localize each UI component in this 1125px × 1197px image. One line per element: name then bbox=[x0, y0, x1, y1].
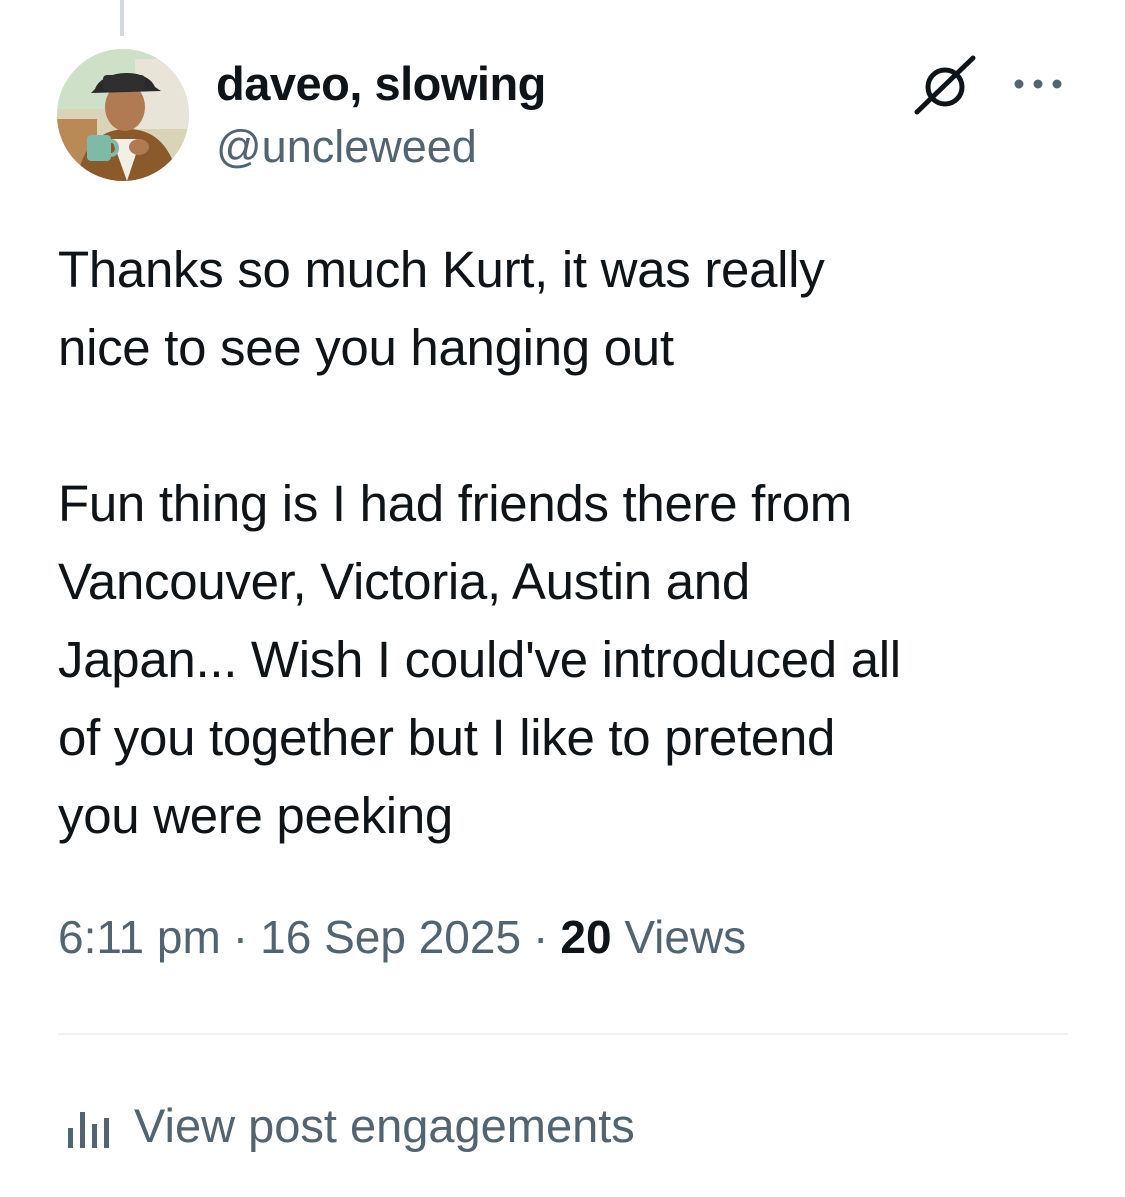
divider bbox=[58, 1033, 1068, 1035]
meta-separator: · bbox=[232, 911, 249, 963]
views-label: Views bbox=[624, 911, 747, 963]
tweet-metadata: 6:11 pm · 16 Sep 2025 · 20 Views bbox=[58, 910, 746, 964]
tweet-date: 16 Sep 2025 bbox=[260, 911, 522, 963]
view-engagements-button[interactable]: View post engagements bbox=[60, 1090, 635, 1160]
author-handle[interactable]: @uncleweed bbox=[216, 121, 477, 173]
view-engagements-label: View post engagements bbox=[134, 1098, 635, 1152]
meta-separator: · bbox=[533, 911, 549, 963]
bar-chart-icon bbox=[68, 1112, 109, 1148]
views-count: 20 bbox=[560, 911, 612, 963]
tweet-text: Thanks so much Kurt, it was really nice … bbox=[58, 241, 901, 844]
author-display-name[interactable]: daveo, slowing bbox=[216, 56, 546, 111]
tweet-timestamp[interactable]: 6:11 pm · 16 Sep 2025 bbox=[58, 911, 521, 963]
author-avatar[interactable] bbox=[57, 49, 189, 181]
tweet-time: 6:11 pm bbox=[58, 911, 221, 963]
grok-icon[interactable] bbox=[913, 54, 979, 116]
more-icon[interactable] bbox=[1010, 74, 1066, 94]
thread-connector-line bbox=[120, 0, 124, 36]
avatar-photo bbox=[57, 49, 189, 181]
